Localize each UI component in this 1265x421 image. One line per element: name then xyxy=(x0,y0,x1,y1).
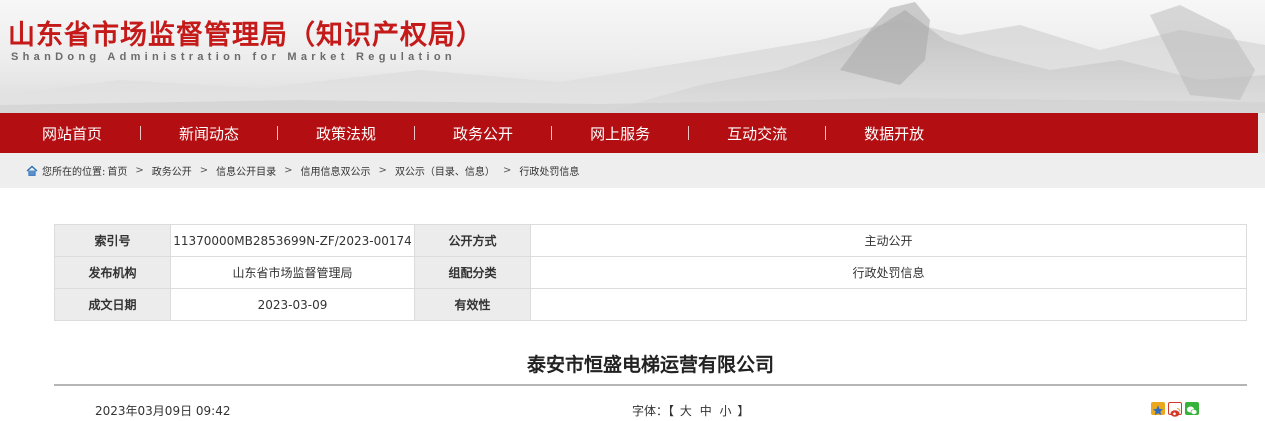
breadcrumb-info-catalog[interactable]: 信息公开目录 xyxy=(216,163,276,178)
nav-item-policy[interactable]: 政策法规 xyxy=(316,123,376,144)
font-size-large-button[interactable]: 大 xyxy=(680,404,692,418)
site-subtitle: ShanDong Administration for Market Regul… xyxy=(11,51,456,63)
breadcrumb-gov-affairs[interactable]: 政务公开 xyxy=(152,163,192,178)
font-size-control: 字体：【 大 中 小 】 xyxy=(632,402,749,419)
disclosure-method-value: 主动公开 xyxy=(530,224,1247,257)
article-title: 泰安市恒盛电梯运营有限公司 xyxy=(526,354,774,376)
share-weibo-icon[interactable] xyxy=(1168,402,1182,417)
breadcrumb-separator: > xyxy=(502,165,512,176)
breadcrumb-home[interactable]: 首页 xyxy=(107,163,127,178)
share-star-icon[interactable] xyxy=(1151,402,1165,415)
publisher-value: 山东省市场监督管理局 xyxy=(170,256,415,289)
article-divider xyxy=(54,384,1247,386)
validity-value xyxy=(530,288,1247,321)
site-header: 山东省市场监督管理局（知识产权局） ShanDong Administratio… xyxy=(0,0,1265,113)
nav-item-open-data[interactable]: 数据开放 xyxy=(864,123,924,144)
breadcrumb-separator: > xyxy=(199,165,209,176)
nav-separator xyxy=(414,126,416,140)
publisher-label: 发布机构 xyxy=(54,256,171,289)
nav-separator xyxy=(688,126,690,140)
site-title: 山东省市场监督管理局（知识产权局） xyxy=(8,20,484,51)
article-datetime: 2023年03月09日 09:42 xyxy=(95,404,231,418)
index-number-value: 11370000MB2853699N-ZF/2023-00174 xyxy=(170,224,415,257)
font-size-label: 字体：【 xyxy=(632,404,675,418)
font-size-small-button[interactable]: 小 xyxy=(720,404,732,418)
category-value: 行政处罚信息 xyxy=(530,256,1247,289)
nav-separator xyxy=(825,126,827,140)
breadcrumb-separator: > xyxy=(135,165,144,176)
font-size-medium-button[interactable]: 中 xyxy=(700,404,712,418)
written-date-label: 成文日期 xyxy=(54,288,171,321)
nav-item-online-service[interactable]: 网上服务 xyxy=(590,123,650,144)
share-wechat-icon[interactable] xyxy=(1185,402,1199,415)
disclosure-method-label: 公开方式 xyxy=(414,224,531,257)
category-label: 组配分类 xyxy=(414,256,531,289)
breadcrumb-penalty-info[interactable]: 行政处罚信息 xyxy=(519,163,579,178)
breadcrumb-double-publicity[interactable]: 双公示（目录、信息） xyxy=(395,163,495,178)
main-nav: 网站首页 新闻动态 政策法规 政务公开 网上服务 互动交流 数据开放 xyxy=(0,113,1258,153)
nav-edge xyxy=(1258,113,1265,153)
nav-item-interaction[interactable]: 互动交流 xyxy=(727,123,787,144)
table-row: 索引号 11370000MB2853699N-ZF/2023-00174 公开方… xyxy=(54,224,1247,257)
nav-separator xyxy=(140,126,142,140)
table-row: 发布机构 山东省市场监督管理局 组配分类 行政处罚信息 xyxy=(54,256,1247,289)
validity-label: 有效性 xyxy=(414,288,531,321)
written-date-value: 2023-03-09 xyxy=(170,288,415,321)
breadcrumb-prefix: 您所在的位置: xyxy=(42,167,106,178)
nav-separator xyxy=(551,126,553,140)
font-size-close-bracket: 】 xyxy=(737,404,750,418)
breadcrumb: 您所在的位置: 首页 > 政务公开 > 信息公开目录 > 信用信息双公示 > 双… xyxy=(0,153,1265,188)
home-icon xyxy=(26,165,38,177)
breadcrumb-separator: > xyxy=(284,165,293,176)
share-buttons xyxy=(1151,402,1199,417)
nav-item-news[interactable]: 新闻动态 xyxy=(179,123,239,144)
nav-item-home[interactable]: 网站首页 xyxy=(42,123,102,144)
nav-item-gov-affairs[interactable]: 政务公开 xyxy=(453,123,513,144)
document-info-table: 索引号 11370000MB2853699N-ZF/2023-00174 公开方… xyxy=(54,224,1247,321)
nav-separator xyxy=(277,126,279,140)
index-number-label: 索引号 xyxy=(54,224,171,257)
breadcrumb-separator: > xyxy=(378,165,387,176)
table-row: 成文日期 2023-03-09 有效性 xyxy=(54,288,1247,321)
breadcrumb-credit-info[interactable]: 信用信息双公示 xyxy=(301,163,371,178)
